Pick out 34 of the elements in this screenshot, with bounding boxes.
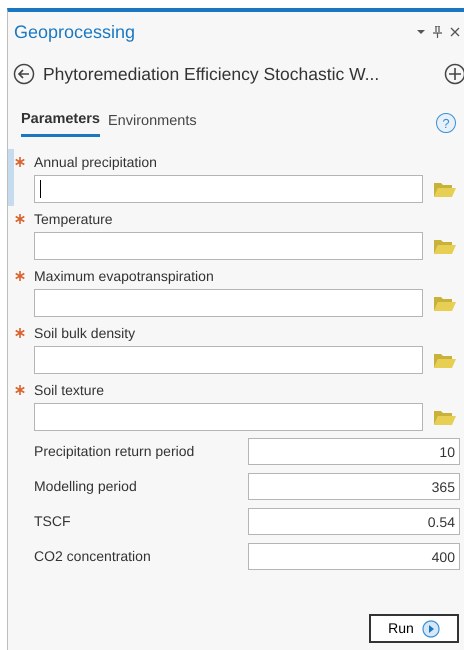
parameter-label: Temperature bbox=[34, 210, 113, 229]
input-field[interactable]: 400 bbox=[248, 543, 460, 570]
pane-title: Geoprocessing bbox=[14, 20, 136, 44]
tab[interactable]: Environments bbox=[108, 109, 197, 137]
folder-icon[interactable] bbox=[433, 409, 456, 426]
add-icon[interactable] bbox=[444, 63, 464, 86]
input-field[interactable] bbox=[34, 346, 423, 374]
folder-icon[interactable] bbox=[433, 295, 456, 312]
input-field[interactable]: 365 bbox=[248, 473, 460, 500]
parameter-label: CO2 concentration bbox=[34, 547, 151, 566]
parameter-label: Modelling period bbox=[34, 477, 137, 496]
folder-icon[interactable] bbox=[433, 238, 456, 256]
parameter-label: Soil texture bbox=[34, 380, 104, 400]
input-field[interactable] bbox=[34, 289, 423, 317]
parameter-label: Precipitation return period bbox=[34, 442, 194, 461]
folder-icon[interactable] bbox=[433, 352, 456, 370]
parameter-label: Annual precipitation bbox=[34, 152, 157, 172]
input-field[interactable]: 0.54 bbox=[248, 508, 460, 535]
tool-title: Phytoremediation Efficiency Stochastic W... bbox=[43, 63, 380, 86]
parameter-label: Soil bulk density bbox=[34, 324, 136, 343]
input-field[interactable] bbox=[34, 232, 423, 260]
input-field[interactable] bbox=[34, 403, 423, 431]
tab[interactable]: Parameters bbox=[21, 109, 100, 137]
folder-icon[interactable] bbox=[433, 181, 456, 198]
close-icon[interactable] bbox=[450, 27, 460, 37]
parameter-label: TSCF bbox=[34, 512, 71, 531]
run-button[interactable]: Run bbox=[369, 614, 459, 643]
play-icon bbox=[422, 620, 440, 638]
back-icon[interactable] bbox=[13, 63, 35, 86]
dropdown-icon[interactable] bbox=[417, 29, 425, 35]
input-field[interactable] bbox=[34, 175, 423, 203]
pin-icon[interactable] bbox=[433, 26, 442, 38]
input-field[interactable]: 10 bbox=[248, 438, 460, 465]
parameter-label: Maximum evapotranspiration bbox=[34, 266, 214, 286]
